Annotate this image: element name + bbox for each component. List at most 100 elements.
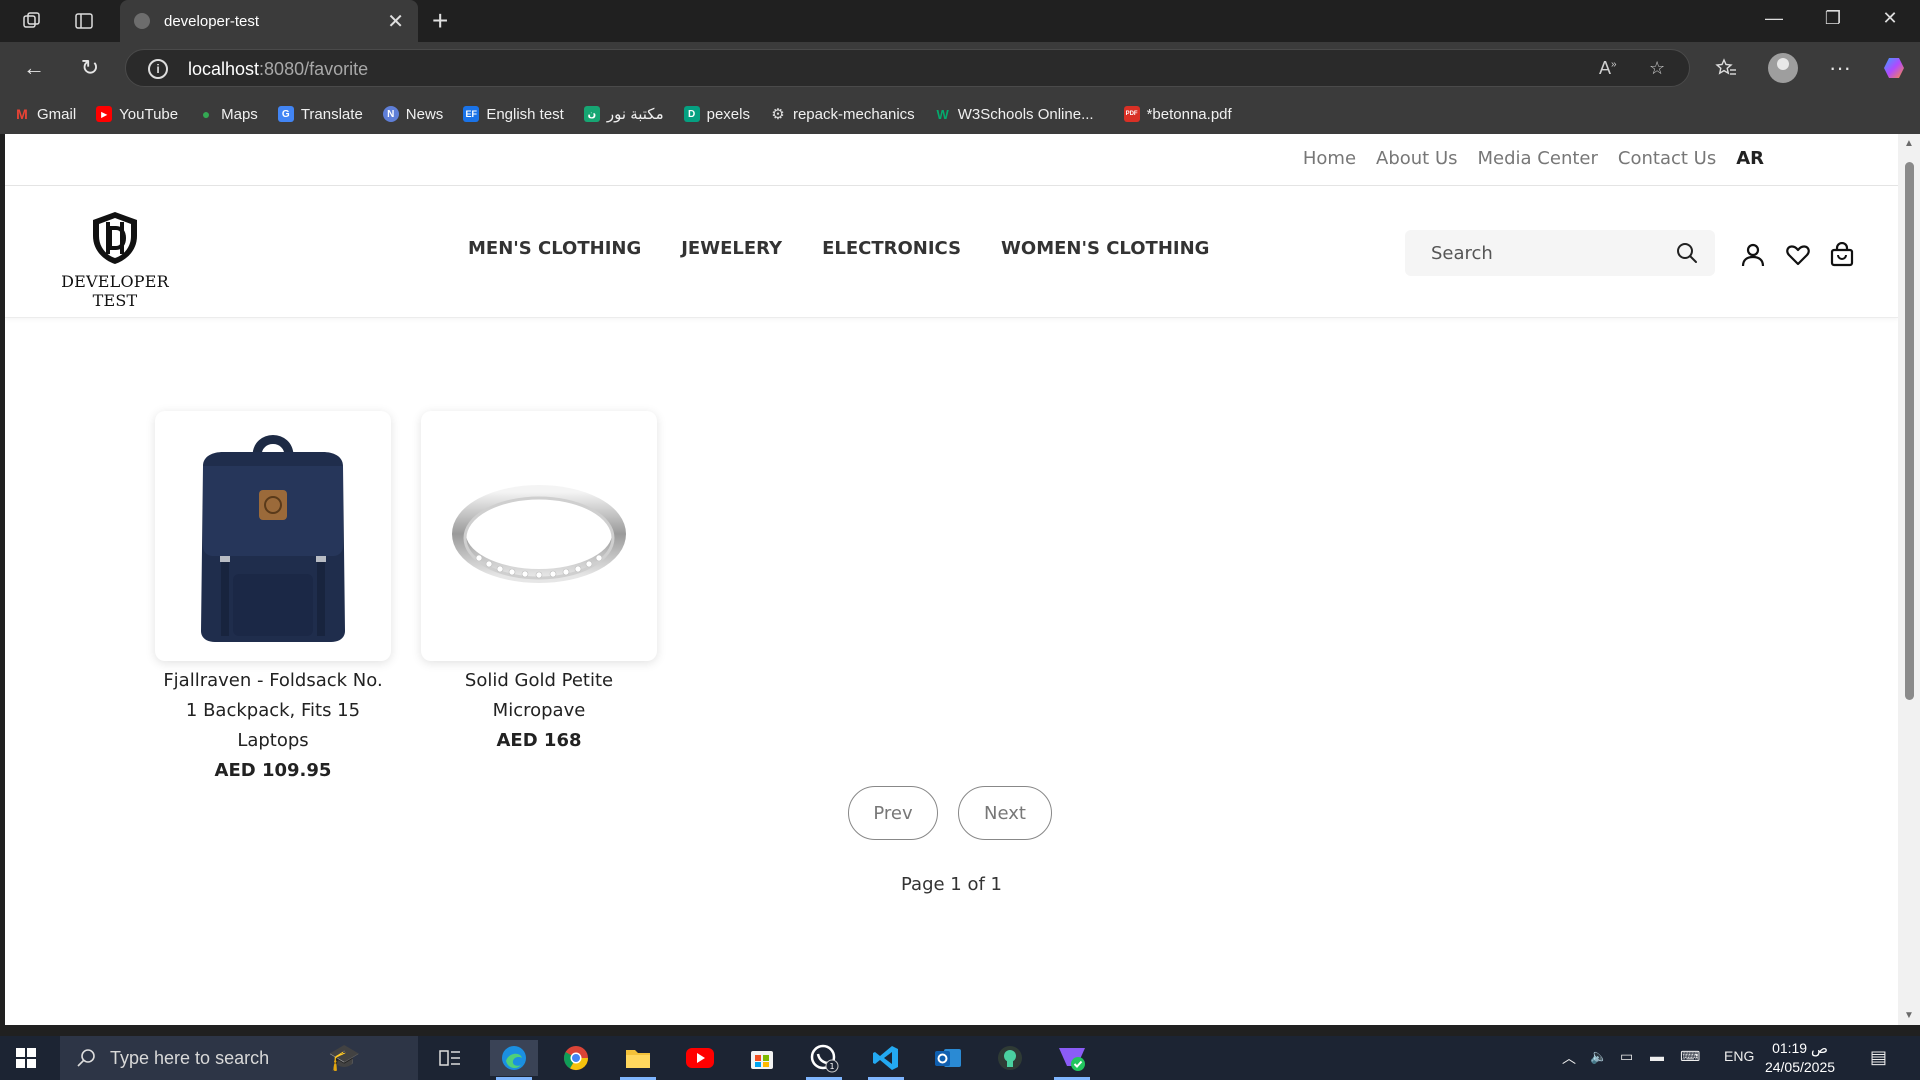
product-card[interactable]: Fjallraven - Foldsack No. 1 Backpack, Fi… [155, 411, 391, 781]
bookmark-label: Translate [300, 105, 363, 123]
youtube-taskbar-icon[interactable] [676, 1040, 724, 1076]
input-language[interactable]: ENG [1724, 1048, 1754, 1064]
site-info-icon[interactable]: i [148, 59, 168, 79]
outlook-taskbar-icon[interactable] [924, 1040, 972, 1076]
shopping-bag-icon[interactable] [1829, 242, 1855, 268]
bookmark-maps[interactable]: ● Maps [198, 106, 258, 123]
tab-actions-icon[interactable] [72, 9, 96, 33]
network-icon[interactable]: ▭ [1620, 1048, 1633, 1065]
pagination: Prev Next [848, 786, 1052, 840]
system-clock[interactable]: 01:19 ص 24/05/2025 [1760, 1039, 1840, 1077]
wishlist-heart-icon[interactable] [1785, 242, 1811, 268]
ef-icon: EF [463, 106, 480, 122]
bookmark-betonna-pdf[interactable]: PDF *betonna.pdf [1123, 105, 1232, 123]
bookmark-gmail[interactable]: M Gmail [14, 106, 76, 123]
pexels-icon: D [683, 106, 700, 122]
workspaces-icon[interactable] [20, 9, 44, 33]
read-aloud-icon[interactable]: A» [1599, 58, 1617, 79]
nav-about-link[interactable]: About Us [1376, 148, 1458, 169]
refresh-icon[interactable]: ↻ [76, 54, 104, 82]
product-card[interactable]: Solid Gold Petite Micropave AED 168 [421, 411, 657, 781]
new-tab-icon[interactable]: + [432, 7, 448, 35]
next-page-button[interactable]: Next [958, 786, 1052, 840]
page-scrollbar[interactable]: ▲ ▼ [1898, 134, 1920, 1025]
site-logo[interactable]: DEVELOPER TEST [50, 210, 180, 310]
menu-electronics[interactable]: ELECTRONICS [822, 238, 961, 259]
clock-time: 01:19 ص [1772, 1040, 1828, 1056]
scroll-up-icon[interactable]: ▲ [1904, 138, 1914, 149]
search-input[interactable] [1405, 230, 1665, 276]
dev-app-taskbar-icon[interactable] [986, 1040, 1034, 1076]
taskbar-search[interactable]: Type here to search 🎓 [60, 1036, 418, 1080]
product-image-backpack[interactable] [155, 411, 391, 661]
battery-icon[interactable]: ▬ [1650, 1048, 1664, 1064]
prev-page-button[interactable]: Prev [848, 786, 938, 840]
edge-taskbar-icon[interactable] [490, 1040, 538, 1080]
whatsapp-taskbar-icon[interactable]: 1 [800, 1040, 848, 1080]
scroll-down-icon[interactable]: ▼ [1904, 1010, 1914, 1021]
menu-jewelery[interactable]: JEWELERY [681, 238, 782, 259]
more-options-icon[interactable]: ··· [1826, 54, 1854, 82]
bookmark-label: Gmail [37, 105, 77, 123]
scrollbar-thumb[interactable] [1905, 162, 1914, 700]
bookmark-label: English test [486, 105, 564, 123]
menu-mens-clothing[interactable]: MEN'S CLOTHING [468, 238, 641, 259]
windows-start-icon[interactable] [16, 1048, 36, 1068]
bookmark-label: *betonna.pdf [1146, 105, 1232, 123]
vscode-taskbar-icon[interactable] [862, 1040, 910, 1080]
bookmark-translate[interactable]: G Translate [277, 105, 363, 123]
bookmark-noor-library[interactable]: ن مكتبة نور [583, 105, 664, 123]
nav-media-center-link[interactable]: Media Center [1478, 148, 1598, 169]
product-image-ring[interactable] [421, 411, 657, 661]
bookmark-repack-mechanics[interactable]: ⚙ repack-mechanics [770, 106, 914, 124]
volume-icon[interactable]: 🔈 [1590, 1048, 1607, 1065]
file-explorer-taskbar-icon[interactable] [614, 1040, 662, 1080]
bookmark-pexels[interactable]: Dpexels [683, 106, 750, 123]
browser-titlebar: developer-test ✕ + — ❐ ✕ [0, 0, 1920, 42]
restore-icon[interactable]: ❐ [1813, 8, 1853, 29]
nav-contact-link[interactable]: Contact Us [1618, 148, 1716, 169]
favorite-star-icon[interactable]: ☆ [1649, 58, 1665, 79]
address-path: :8080/favorite [259, 59, 369, 79]
close-tab-icon[interactable]: ✕ [387, 9, 404, 34]
tab-developer-test[interactable]: developer-test ✕ [120, 0, 418, 42]
product-price: AED 109.95 [214, 760, 332, 781]
minimize-icon[interactable]: — [1754, 8, 1794, 29]
windows-taskbar: Type here to search 🎓 1 ︿ 🔈 ▭ ▬ ⌨ ENG 01… [0, 1036, 1920, 1080]
tab-favicon-icon [134, 13, 150, 29]
copilot-icon[interactable] [1880, 54, 1908, 82]
nav-home-link[interactable]: Home [1303, 148, 1356, 169]
back-icon[interactable]: ← [20, 54, 48, 82]
bookmark-english-test[interactable]: EF English test [463, 106, 564, 123]
product-price: AED 168 [496, 730, 582, 751]
user-account-icon[interactable] [1740, 242, 1766, 268]
favorites-icon[interactable] [1712, 54, 1740, 82]
profile-avatar[interactable] [1768, 53, 1798, 83]
keyboard-icon[interactable]: ⌨ [1680, 1048, 1700, 1065]
page-viewport: Home About Us Media Center Contact Us AR… [5, 134, 1898, 1025]
chrome-taskbar-icon[interactable] [552, 1040, 600, 1076]
browser-toolbar: ← ↻ i localhost:8080/favorite A» ☆ ··· [0, 42, 1920, 94]
news-icon: N [382, 106, 399, 122]
page-indicator-text: Page 1 of 1 [901, 874, 1002, 895]
logo-text: DEVELOPER TEST [61, 272, 169, 310]
graduation-cap-icon: 🎓 [328, 1042, 361, 1072]
address-url[interactable]: localhost:8080/favorite [188, 59, 368, 80]
language-switch[interactable]: AR [1736, 148, 1764, 169]
notifications-icon[interactable]: ▤ [1870, 1047, 1887, 1068]
bookmark-news[interactable]: N News [382, 106, 443, 123]
bookmark-youtube[interactable]: ▶ YouTube [96, 106, 178, 123]
favorites-grid: Fjallraven - Foldsack No. 1 Backpack, Fi… [155, 411, 657, 781]
close-window-icon[interactable]: ✕ [1870, 8, 1910, 29]
task-view-icon[interactable] [426, 1040, 474, 1076]
address-bar[interactable]: i localhost:8080/favorite A» ☆ [125, 49, 1690, 87]
product-title[interactable]: Fjallraven - Foldsack No. 1 Backpack, Fi… [155, 666, 391, 756]
search-icon[interactable] [1675, 241, 1699, 265]
show-hidden-icons[interactable]: ︿ [1562, 1048, 1576, 1068]
security-app-taskbar-icon[interactable] [1048, 1040, 1096, 1080]
bookmark-w3schools[interactable]: W W3Schools Online... [935, 106, 1094, 123]
page-indicator: Page 1 of 1 [5, 874, 1898, 895]
menu-womens-clothing[interactable]: WOMEN'S CLOTHING [1001, 238, 1209, 259]
microsoft-store-taskbar-icon[interactable] [738, 1040, 786, 1076]
product-title[interactable]: Solid Gold Petite Micropave [421, 666, 657, 726]
